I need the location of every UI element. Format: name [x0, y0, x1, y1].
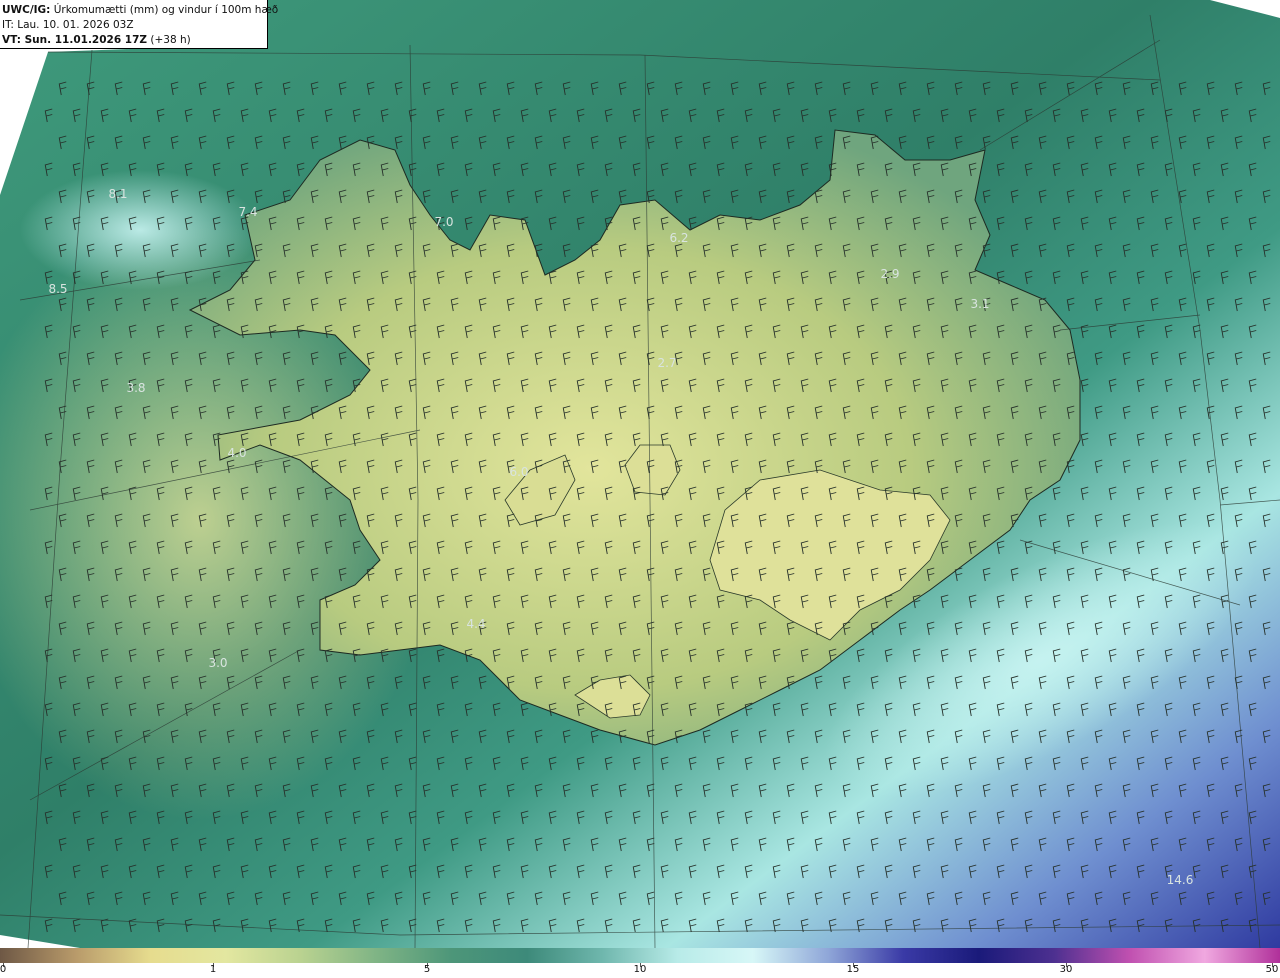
valid-time: VT: Sun. 11.01.2026 17Z	[2, 34, 148, 46]
colorbar-tick-label: 1	[209, 964, 217, 975]
value-label: 2.9	[880, 267, 899, 281]
colorbar-tick-label: 15	[846, 964, 860, 975]
value-label: 3.1	[970, 297, 989, 311]
model-id: UWC/IG:	[2, 4, 51, 16]
value-label: 8.5	[48, 282, 67, 296]
map-header: UWC/IG: Úrkomumætti (mm) og vindur í 100…	[0, 0, 278, 49]
colorbar-tick-label: 0	[0, 964, 7, 975]
colorbar: 0 1 5 10 15 30 50	[0, 948, 1280, 978]
value-label: 3.8	[126, 381, 145, 395]
northwest-glow	[20, 170, 260, 290]
init-time: IT: Lau. 10. 01. 2026 03Z	[2, 19, 134, 31]
lead-time: (+38 h)	[147, 34, 191, 46]
map-title: Úrkomumætti (mm) og vindur í 100m hæð	[53, 4, 279, 16]
value-label: 7.0	[434, 215, 453, 229]
value-label: 8.1	[108, 187, 127, 201]
value-label: 6.0	[509, 465, 528, 479]
value-label: 2.7	[657, 356, 676, 370]
colorbar-tick-label: 5	[423, 964, 431, 975]
value-label: 4.4	[466, 617, 485, 631]
precipitation-map: 8.1 7.4 7.0 6.2 2.9 3.1 8.5 3.8 2.7 4.0 6.0 4.4 3.0 1…	[0, 0, 1280, 948]
value-label: 3.0	[208, 656, 227, 670]
value-label: 6.2	[669, 231, 688, 245]
colorbar-strip	[0, 948, 1280, 963]
colorbar-tick-label: 50	[1265, 964, 1279, 975]
colorbar-gradient	[0, 948, 1280, 963]
value-label: 14.6	[1167, 873, 1194, 887]
value-label: 7.4	[238, 205, 257, 219]
colorbar-tick-label: 10	[633, 964, 647, 975]
colorbar-tick-label: 30	[1059, 964, 1073, 975]
value-label: 4.0	[227, 446, 246, 460]
